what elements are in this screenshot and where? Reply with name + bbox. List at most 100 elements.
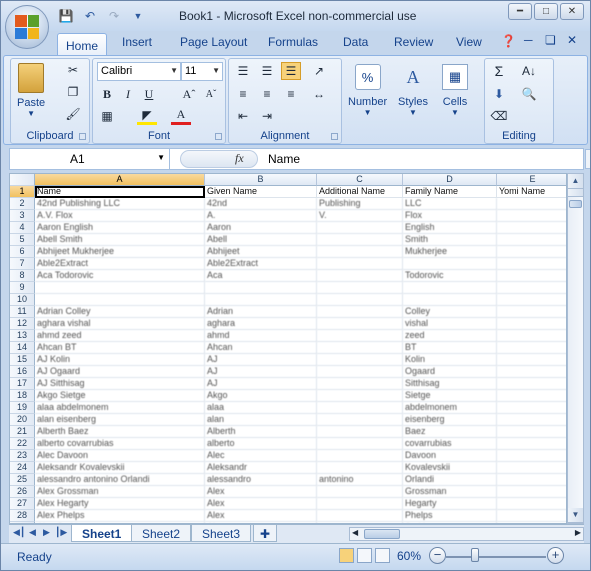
cell[interactable] — [497, 234, 566, 246]
styles-button[interactable]: A Styles ▼ — [398, 64, 428, 118]
row-header[interactable]: 11 — [10, 306, 35, 318]
cell[interactable]: Name — [35, 186, 205, 198]
cell[interactable]: Alex — [205, 486, 317, 498]
row-header[interactable]: 13 — [10, 330, 35, 342]
cell[interactable] — [497, 474, 566, 486]
row-header[interactable]: 3 — [10, 210, 35, 222]
name-box[interactable]: A1 ▼ — [10, 149, 170, 169]
cell[interactable]: alberto covarrubias — [35, 438, 205, 450]
decrease-indent-icon[interactable]: ⇤ — [233, 107, 253, 125]
row-header[interactable]: 25 — [10, 474, 35, 486]
cell[interactable] — [497, 354, 566, 366]
clear-icon[interactable]: ⌫ — [489, 107, 509, 125]
select-all-corner[interactable] — [10, 174, 35, 186]
ribbon-restore-icon[interactable]: ❏ — [545, 33, 556, 47]
clipboard-launcher-icon[interactable] — [79, 133, 86, 140]
cell[interactable] — [317, 378, 403, 390]
cell[interactable]: Smith — [403, 234, 497, 246]
cell[interactable] — [497, 510, 566, 522]
cells-button[interactable]: ▦ Cells ▼ — [442, 64, 468, 117]
fill-icon[interactable]: ⬇ — [489, 85, 509, 103]
cell[interactable] — [497, 294, 566, 306]
merge-center-icon[interactable]: ↔ — [309, 85, 329, 103]
redo-icon[interactable]: ↷ — [105, 8, 123, 24]
cell[interactable] — [497, 438, 566, 450]
cell[interactable] — [317, 282, 403, 294]
row-header[interactable]: 5 — [10, 234, 35, 246]
cell[interactable]: zeed — [403, 330, 497, 342]
cell[interactable]: Aca — [205, 270, 317, 282]
cell[interactable]: alaa abdelmonem — [35, 402, 205, 414]
customize-qat-icon[interactable]: ▼ — [129, 8, 147, 24]
zoom-out-icon[interactable]: − — [429, 547, 446, 564]
row-header[interactable]: 15 — [10, 354, 35, 366]
page-break-view-icon[interactable] — [375, 548, 390, 563]
cell[interactable]: Mukherjee — [403, 246, 497, 258]
increase-indent-icon[interactable]: ⇥ — [257, 107, 277, 125]
tab-sheet2[interactable]: Sheet2 — [131, 525, 192, 542]
cell[interactable]: Ahcan — [205, 342, 317, 354]
cell[interactable] — [497, 210, 566, 222]
tab-sheet3[interactable]: Sheet3 — [191, 525, 252, 542]
prev-sheet-icon[interactable]: ◀ — [29, 527, 36, 538]
cell[interactable] — [205, 282, 317, 294]
cell[interactable] — [497, 462, 566, 474]
insert-function-icon[interactable]: fx — [235, 151, 244, 166]
cell[interactable] — [497, 342, 566, 354]
tab-insert[interactable]: Insert — [122, 35, 152, 49]
row-header[interactable]: 9 — [10, 282, 35, 294]
cell[interactable]: Alex Grossman — [35, 486, 205, 498]
cut-icon[interactable]: ✂ — [63, 61, 83, 79]
row-header[interactable]: 8 — [10, 270, 35, 282]
row-header[interactable]: 16 — [10, 366, 35, 378]
number-button[interactable]: % Number ▼ — [348, 64, 387, 117]
scroll-up-icon[interactable]: ▲ — [568, 174, 583, 189]
cell[interactable]: ahmd — [205, 330, 317, 342]
cell[interactable]: Alec Davoon — [35, 450, 205, 462]
zoom-slider-knob[interactable] — [471, 548, 479, 562]
ribbon-minimize-icon[interactable]: ─ — [524, 33, 533, 47]
cell[interactable]: Additional Name — [317, 186, 403, 198]
orientation-icon[interactable]: ↗ — [309, 62, 329, 80]
row-header[interactable]: 17 — [10, 378, 35, 390]
grow-font-icon[interactable]: Aˆ — [179, 85, 199, 103]
cell[interactable]: Kolin — [403, 354, 497, 366]
cell[interactable]: Colley — [403, 306, 497, 318]
cell[interactable]: A. — [205, 210, 317, 222]
font-launcher-icon[interactable] — [215, 133, 222, 140]
cell[interactable]: Adrian Colley — [35, 306, 205, 318]
cell[interactable] — [497, 414, 566, 426]
cell[interactable]: Abell Smith — [35, 234, 205, 246]
cell[interactable] — [497, 426, 566, 438]
zoom-slider[interactable] — [446, 556, 546, 558]
cell[interactable]: AJ — [205, 378, 317, 390]
cell[interactable] — [497, 306, 566, 318]
row-header[interactable]: 4 — [10, 222, 35, 234]
cell[interactable]: Ogaard — [403, 366, 497, 378]
bold-icon[interactable]: B — [97, 85, 117, 103]
sort-filter-icon[interactable]: A↓ — [519, 62, 539, 80]
row-header[interactable]: 19 — [10, 402, 35, 414]
cell[interactable] — [317, 294, 403, 306]
cell[interactable] — [317, 510, 403, 522]
cell[interactable]: ahmd zeed — [35, 330, 205, 342]
horizontal-scrollbar[interactable]: ◀ ▶ — [349, 527, 584, 541]
cell[interactable] — [35, 294, 205, 306]
cell[interactable]: AJ — [205, 354, 317, 366]
cell[interactable]: alessandro antonino Orlandi — [35, 474, 205, 486]
row-header[interactable]: 24 — [10, 462, 35, 474]
cell[interactable]: Alex Phelps — [35, 510, 205, 522]
cell[interactable] — [497, 258, 566, 270]
cell[interactable]: Alex Hegarty — [35, 498, 205, 510]
vertical-scrollbar[interactable]: ▲ ▼ — [567, 173, 584, 524]
cell[interactable]: Flox — [403, 210, 497, 222]
cell[interactable] — [317, 234, 403, 246]
cell[interactable] — [317, 258, 403, 270]
cell[interactable]: Alex — [205, 498, 317, 510]
tab-home[interactable]: Home — [57, 33, 107, 57]
cell[interactable] — [497, 378, 566, 390]
cell[interactable] — [317, 498, 403, 510]
row-header[interactable]: 7 — [10, 258, 35, 270]
format-painter-icon[interactable]: 🖌 — [63, 105, 83, 123]
cell[interactable] — [497, 330, 566, 342]
